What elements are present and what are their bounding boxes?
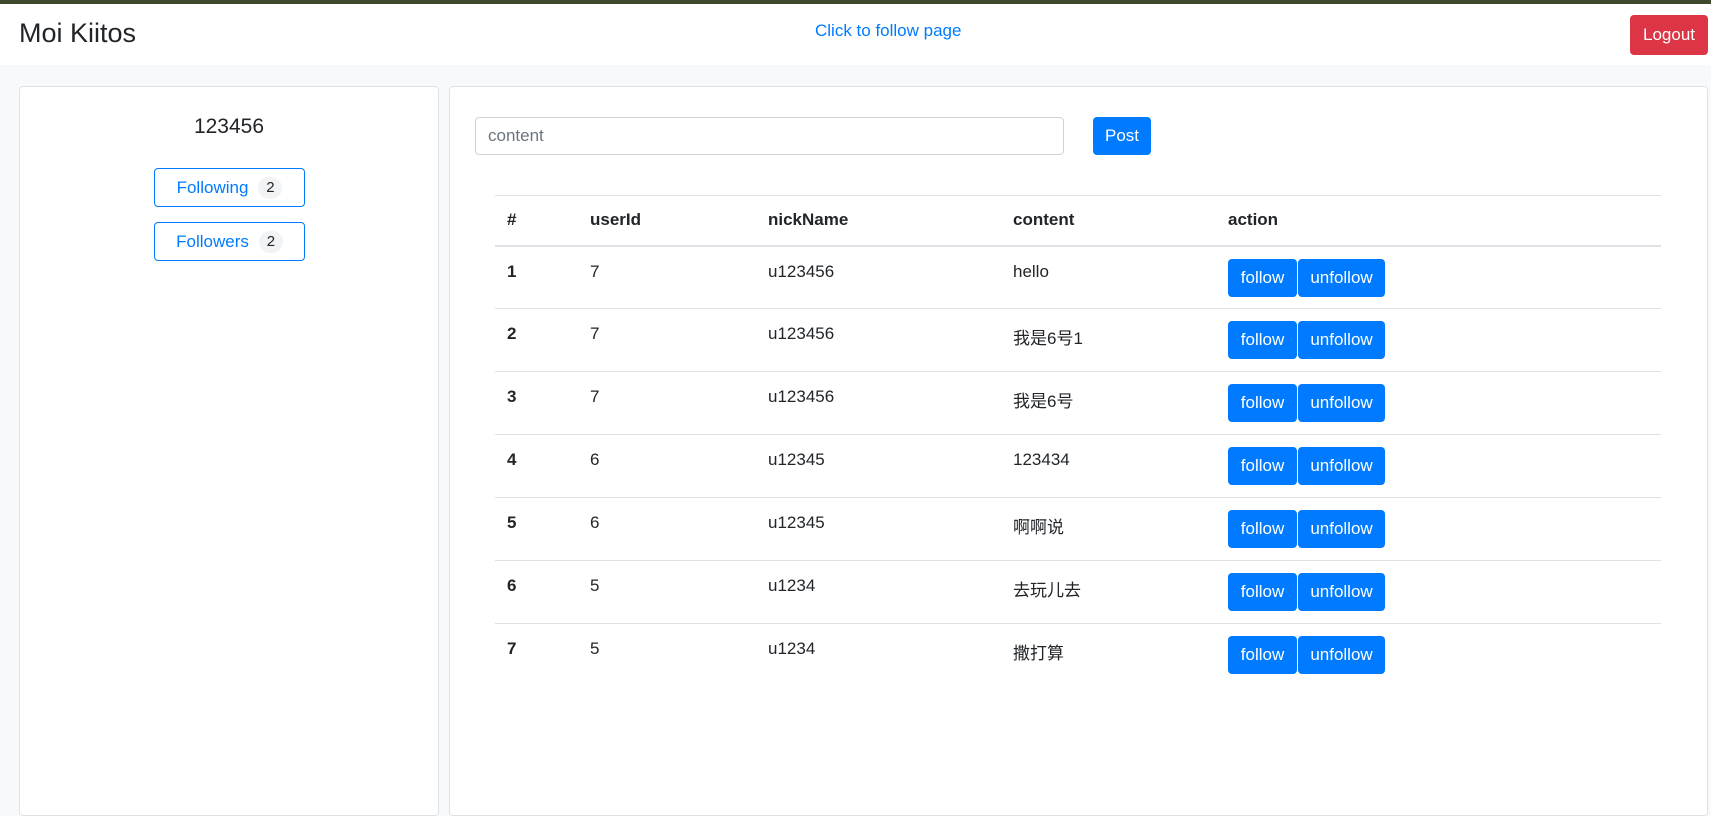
row-userid-cell: 7 — [590, 324, 600, 343]
follow-button[interactable]: follow — [1228, 636, 1297, 674]
header-userid: userId — [590, 210, 642, 230]
followers-button[interactable]: Followers 2 — [154, 222, 305, 261]
brand-title: Moi Kiitos — [19, 18, 137, 48]
table-row: 6 5 u1234 去玩儿去 follow unfollow — [495, 561, 1661, 624]
unfollow-button[interactable]: unfollow — [1298, 384, 1385, 422]
profile-card: 123456 Following 2 Followers 2 — [19, 86, 439, 816]
row-action-cell: follow unfollow — [1216, 498, 1661, 561]
table-row: 4 6 u12345 123434 follow unfollow — [495, 435, 1661, 498]
header-num: # — [507, 210, 517, 230]
table-header-row: # userId nickName content action — [495, 195, 1661, 246]
row-nickname-cell: u123456 — [768, 261, 835, 281]
feed-card: Post # userId nickName content action 1 7… — [449, 86, 1708, 816]
row-num-cell: 2 — [507, 324, 517, 343]
logout-button[interactable]: Logout — [1630, 15, 1708, 55]
row-content-cell: 撒打算 — [1013, 644, 1064, 663]
table-row: 2 7 u123456 我是6号1 follow unfollow — [495, 309, 1661, 372]
row-nickname-cell: u123456 — [768, 387, 835, 406]
table-row: 1 7 u123456 hello follow unfollow — [495, 246, 1661, 309]
row-nickname-cell: u123456 — [768, 324, 835, 343]
row-num-cell: 7 — [507, 639, 517, 658]
header-nickname: nickName — [768, 210, 849, 230]
followers-label: Followers — [176, 231, 249, 251]
row-num-cell: 5 — [507, 513, 517, 532]
row-content-cell: 我是6号1 — [1013, 329, 1083, 348]
unfollow-button[interactable]: unfollow — [1298, 636, 1385, 674]
following-label: Following — [176, 177, 249, 197]
row-action-cell: follow unfollow — [1216, 561, 1661, 624]
follow-button[interactable]: follow — [1228, 384, 1297, 422]
row-num-cell: 1 — [507, 261, 517, 281]
followers-count-badge: 2 — [258, 230, 283, 253]
row-nickname-cell: u12345 — [768, 450, 825, 469]
header-action: action — [1228, 210, 1279, 230]
row-userid-cell: 6 — [590, 450, 600, 469]
row-num-cell: 3 — [507, 387, 517, 406]
following-button[interactable]: Following 2 — [154, 168, 305, 207]
row-nickname-cell: u12345 — [768, 513, 825, 532]
table-row: 7 5 u1234 撒打算 follow unfollow — [495, 624, 1661, 687]
navbar: Moi Kiitos Click to follow page Logout — [0, 4, 1711, 65]
table-row: 5 6 u12345 啊啊说 follow unfollow — [495, 498, 1661, 561]
profile-username: 123456 — [193, 115, 265, 138]
row-content-cell: hello — [1013, 261, 1049, 281]
unfollow-button[interactable]: unfollow — [1298, 573, 1385, 611]
row-num-cell: 6 — [507, 576, 517, 595]
follow-button[interactable]: follow — [1228, 510, 1297, 548]
unfollow-button[interactable]: unfollow — [1298, 447, 1385, 485]
follow-page-link[interactable]: Click to follow page — [815, 21, 961, 41]
unfollow-button[interactable]: unfollow — [1298, 258, 1385, 297]
posts-table: # userId nickName content action 1 7 u1234… — [495, 195, 1661, 687]
follow-button[interactable]: follow — [1228, 573, 1297, 611]
row-userid-cell: 5 — [590, 639, 600, 658]
row-content-cell: 去玩儿去 — [1013, 581, 1081, 600]
follow-button[interactable]: follow — [1228, 447, 1297, 485]
row-action-cell: follow unfollow — [1216, 435, 1661, 498]
row-num-cell: 4 — [507, 450, 517, 469]
unfollow-button[interactable]: unfollow — [1298, 321, 1385, 359]
row-content-cell: 我是6号 — [1013, 392, 1074, 411]
row-action-cell: follow unfollow — [1216, 309, 1661, 372]
row-userid-cell: 6 — [590, 513, 600, 532]
following-count-badge: 2 — [258, 176, 283, 199]
row-userid-cell: 7 — [590, 261, 600, 281]
row-userid-cell: 5 — [590, 576, 600, 595]
row-nickname-cell: u1234 — [768, 576, 816, 595]
row-content-cell: 啊啊说 — [1013, 518, 1064, 537]
row-content-cell: 123434 — [1013, 450, 1070, 469]
content-input[interactable] — [475, 117, 1064, 155]
post-button[interactable]: Post — [1093, 117, 1151, 155]
follow-button[interactable]: follow — [1228, 258, 1297, 297]
row-action-cell: follow unfollow — [1216, 372, 1661, 435]
follow-button[interactable]: follow — [1228, 321, 1297, 359]
row-action-cell: follow unfollow — [1216, 624, 1661, 687]
unfollow-button[interactable]: unfollow — [1298, 510, 1385, 548]
row-action-cell: follow unfollow — [1216, 246, 1661, 309]
row-nickname-cell: u1234 — [768, 639, 816, 658]
table-row: 3 7 u123456 我是6号 follow unfollow — [495, 372, 1661, 435]
row-userid-cell: 7 — [590, 387, 600, 406]
header-content: content — [1013, 210, 1075, 230]
